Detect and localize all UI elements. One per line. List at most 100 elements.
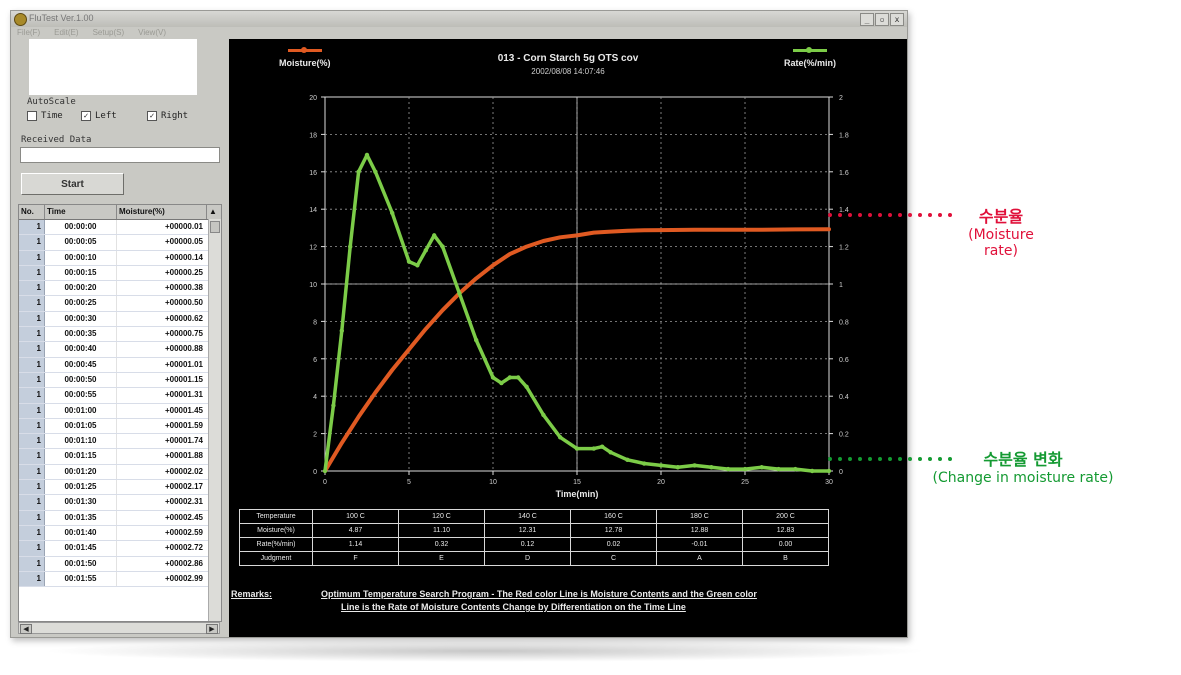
table-row[interactable]: 1 00:00:05 +00000.05 (19, 235, 221, 251)
autoscale-right-checkbox[interactable]: ✓ Right (147, 111, 188, 121)
col-no[interactable]: No. (19, 205, 45, 219)
cell-no: 1 (19, 296, 45, 311)
table-row[interactable]: 1 00:00:00 +00000.01 (19, 220, 221, 236)
scroll-up-icon[interactable]: ▲ (207, 205, 219, 219)
autoscale-left-checkbox[interactable]: ✓ Left (81, 111, 117, 121)
summary-cell: C (570, 551, 657, 566)
window-shadow (40, 640, 930, 662)
cell-moisture: +00000.25 (164, 267, 203, 277)
table-row[interactable]: 1 00:00:10 +00000.14 (19, 250, 221, 266)
cell-moisture: +00001.88 (164, 451, 203, 461)
point-moisture (525, 245, 529, 249)
table-row[interactable]: 1 00:01:30 +00002.31 (19, 495, 221, 511)
checkbox-box[interactable] (27, 111, 37, 121)
table-row[interactable]: 1 00:00:45 +00001.01 (19, 357, 221, 373)
x-tick-label: 30 (825, 479, 833, 486)
y-tick-label-left: 2 (313, 432, 317, 439)
table-row[interactable]: 1 00:01:00 +00001.45 (19, 403, 221, 419)
table-row[interactable]: 1 00:00:25 +00000.50 (19, 296, 221, 312)
autoscale-time-checkbox[interactable]: Time (27, 111, 63, 121)
point-rate (591, 446, 596, 451)
y-tick-label-left: 10 (309, 282, 317, 289)
point-rate (558, 435, 563, 440)
window-title: FluTest Ver.1.00 (29, 13, 94, 23)
minimize-button[interactable]: _ (860, 13, 874, 26)
menu-setup[interactable]: Setup(S) (93, 27, 125, 39)
checkbox-box[interactable]: ✓ (81, 111, 91, 121)
maximize-button[interactable]: ▫ (875, 13, 889, 26)
table-row[interactable]: 1 00:01:10 +00001.74 (19, 434, 221, 450)
point-rate (415, 263, 420, 268)
horizontal-scrollbar[interactable]: ◀ ▶ (18, 622, 220, 634)
table-row[interactable]: 1 00:01:50 +00002.86 (19, 556, 221, 572)
remarks-label: Remarks: (231, 589, 273, 599)
cell-moisture: +00002.17 (164, 482, 203, 492)
summary-row-label: Temperature (239, 509, 313, 524)
summary-cell: 12.83 (742, 523, 829, 538)
y-tick-label-left: 4 (313, 394, 317, 401)
scroll-left-icon[interactable]: ◀ (20, 624, 32, 634)
table-row[interactable]: 1 00:01:15 +00001.88 (19, 449, 221, 465)
vertical-scrollbar[interactable] (208, 219, 221, 621)
cell-moisture: +00001.74 (164, 436, 203, 446)
table-row[interactable]: 1 00:00:30 +00000.62 (19, 311, 221, 328)
cell-time: 00:00:35 (45, 327, 117, 342)
annotation-moisture-en: (Moisture rate) (968, 227, 1034, 259)
cell-time: 00:01:15 (45, 449, 117, 464)
col-moisture[interactable]: Moisture(%) (117, 205, 207, 219)
cell-time: 00:01:50 (45, 556, 117, 571)
scroll-thumb[interactable] (210, 221, 220, 233)
leader-dot (838, 213, 842, 217)
received-data-field[interactable] (20, 147, 220, 163)
leader-dot (828, 457, 832, 461)
table-row[interactable]: 1 00:01:45 +00002.72 (19, 541, 221, 557)
summary-cell: A (656, 551, 743, 566)
cell-time: 00:00:40 (45, 342, 117, 357)
summary-cell: 1.14 (312, 537, 399, 552)
table-row[interactable]: 1 00:00:40 +00000.88 (19, 342, 221, 358)
table-row[interactable]: 1 00:01:55 +00002.99 (19, 571, 221, 588)
summary-cell: 11.10 (398, 523, 485, 538)
table-row[interactable]: 1 00:00:55 +00001.31 (19, 388, 221, 404)
y-tick-label-right: 0.8 (839, 319, 849, 326)
point-moisture (441, 308, 445, 312)
cell-moisture: +00000.14 (164, 252, 203, 262)
table-row[interactable]: 1 00:00:15 +00000.25 (19, 265, 221, 282)
summary-cell: 160 C (570, 509, 657, 524)
table-row[interactable]: 1 00:00:35 +00000.75 (19, 327, 221, 343)
summary-row: Judgment F E D C A B (239, 551, 829, 566)
table-row[interactable]: 1 00:01:25 +00002.17 (19, 480, 221, 496)
point-moisture (357, 415, 361, 419)
annotation-moisture-kr: 수분율 (978, 207, 1024, 226)
summary-cell: 4.87 (312, 523, 399, 538)
cell-time: 00:00:10 (45, 250, 117, 265)
point-rate (600, 444, 605, 449)
close-button[interactable]: x (890, 13, 904, 26)
table-row[interactable]: 1 00:01:05 +00001.59 (19, 418, 221, 435)
col-time[interactable]: Time (45, 205, 117, 219)
table-row[interactable]: 1 00:00:20 +00000.38 (19, 281, 221, 297)
leader-dot (848, 213, 852, 217)
menu-edit[interactable]: Edit(E) (54, 27, 78, 39)
point-rate (692, 463, 697, 468)
leader-dot (898, 457, 902, 461)
table-row[interactable]: 1 00:01:20 +00002.02 (19, 464, 221, 481)
cell-moisture: +00001.01 (164, 359, 203, 369)
scroll-right-icon[interactable]: ▶ (206, 624, 218, 634)
checkbox-box[interactable]: ✓ (147, 111, 157, 121)
start-button[interactable]: Start (21, 173, 124, 195)
table-row[interactable]: 1 00:01:40 +00002.59 (19, 525, 221, 542)
cell-moisture: +00002.02 (164, 466, 203, 476)
cell-no: 1 (19, 556, 45, 571)
summary-table: Temperature 100 C 120 C 140 C 160 C 180 C 200 … (239, 509, 829, 566)
leader-dot (888, 213, 892, 217)
table-row[interactable]: 1 00:00:50 +00001.15 (19, 372, 221, 389)
cell-moisture: +00002.72 (164, 543, 203, 553)
logo-area (29, 39, 197, 95)
table-row[interactable]: 1 00:01:35 +00002.45 (19, 510, 221, 526)
menu-view[interactable]: View(V) (138, 27, 166, 39)
leader-dot (878, 213, 882, 217)
menu-file[interactable]: File(F) (17, 27, 40, 39)
y-tick-label-left: 16 (309, 170, 317, 177)
point-rate (608, 450, 613, 455)
